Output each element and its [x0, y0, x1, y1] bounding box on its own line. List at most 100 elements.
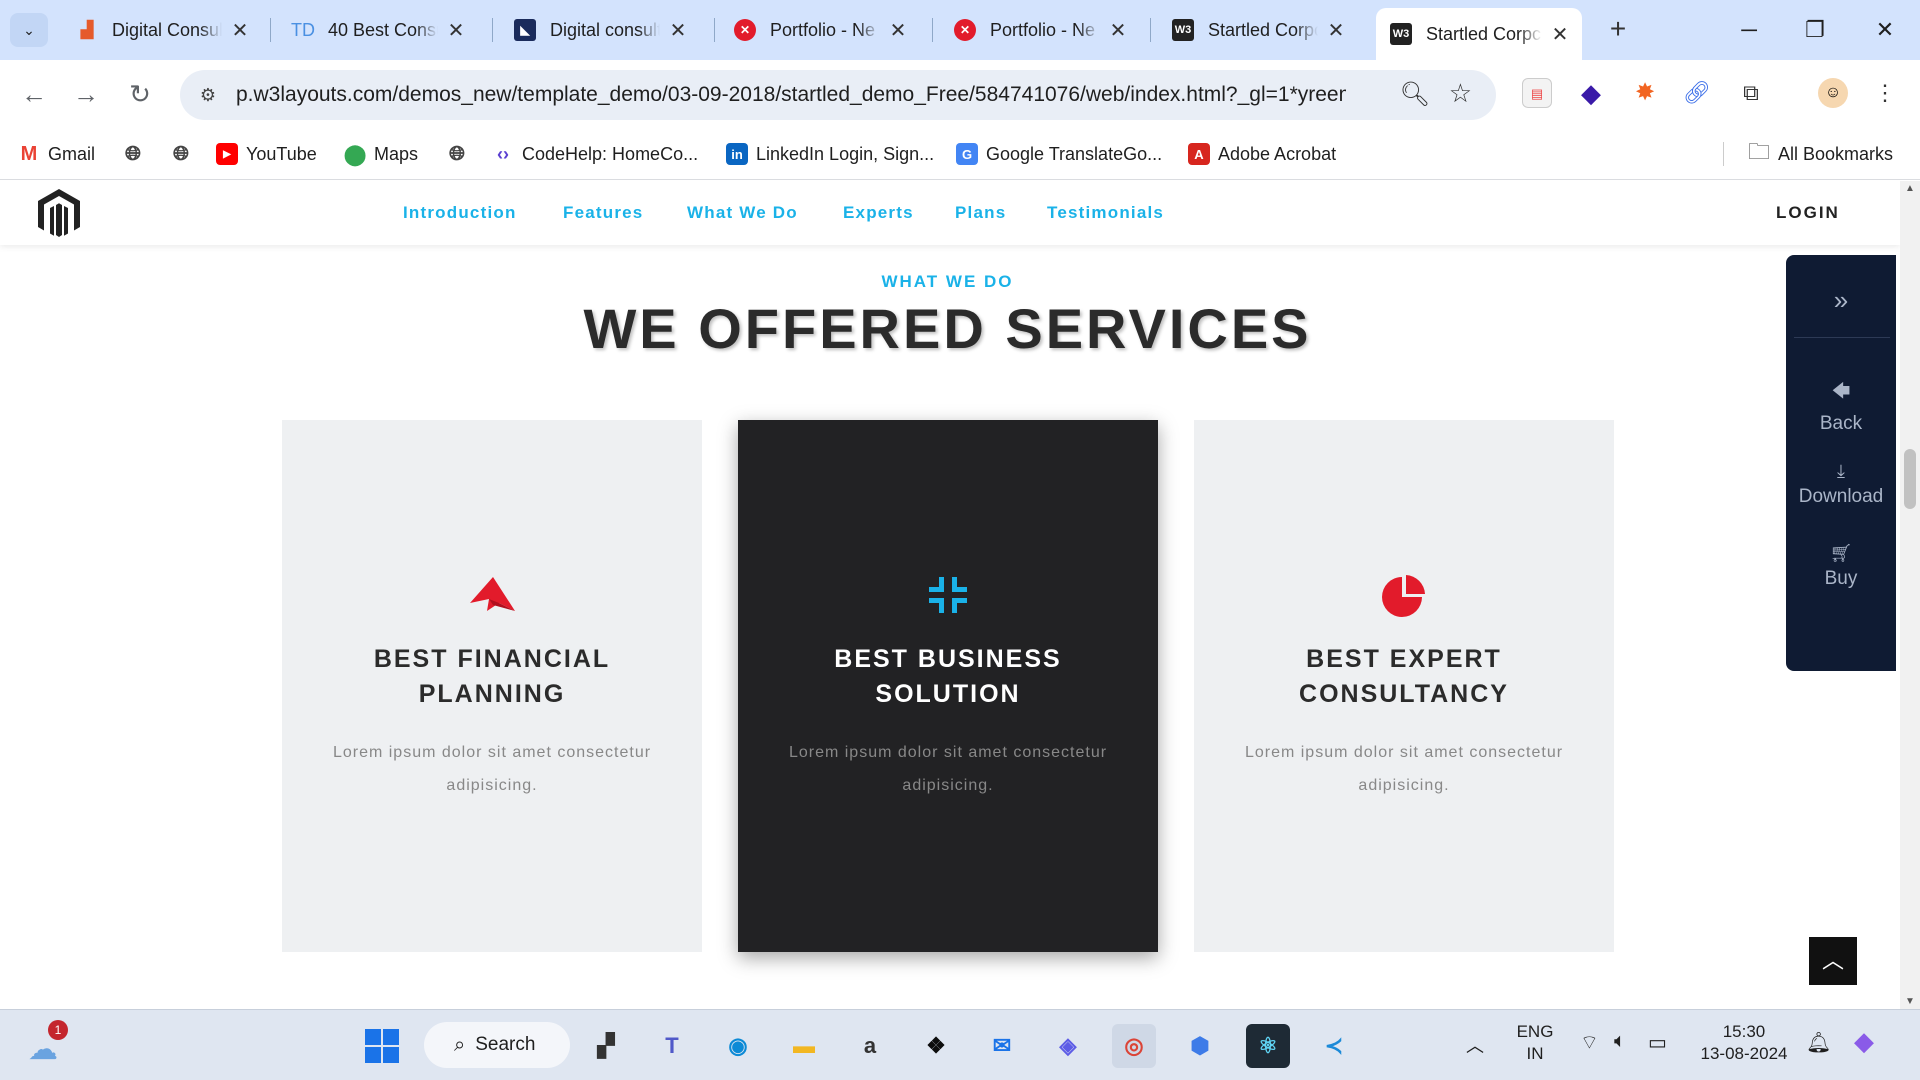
all-bookmarks-button[interactable]: 🗀 All Bookmarks: [1748, 139, 1893, 168]
bookmark-globe[interactable]: 🌐︎: [446, 140, 476, 168]
nav-plans[interactable]: Plans: [955, 203, 1006, 223]
site-info-icon[interactable]: ⚙: [194, 81, 222, 109]
scroll-down-arrow-icon[interactable]: ▼: [1900, 996, 1920, 1007]
react-devtools-icon[interactable]: ⚛: [1246, 1024, 1290, 1068]
bookmark-maps[interactable]: ⬤ Maps: [344, 140, 418, 168]
file-explorer-icon[interactable]: ▬: [782, 1024, 826, 1068]
browser-tab[interactable]: W3 Startled Corpc ✕: [1158, 8, 1358, 52]
bookmark-globe[interactable]: 🌐︎: [122, 140, 152, 168]
side-buy-button[interactable]: 🛒︎ Buy: [1786, 543, 1896, 590]
mail-icon[interactable]: ✉: [980, 1024, 1024, 1068]
restore-icon[interactable]: ❐: [1790, 10, 1840, 50]
url-text[interactable]: p.w3layouts.com/demos_new/template_demo/…: [236, 83, 1346, 107]
battery-icon[interactable]: ▭: [1648, 1030, 1667, 1055]
vscode-icon[interactable]: ≺: [1312, 1024, 1356, 1068]
download-icon: ⤓: [1837, 461, 1845, 481]
service-card: BEST FINANCIAL PLANNING Lorem ipsum dolo…: [282, 420, 702, 952]
login-link[interactable]: LOGIN: [1776, 203, 1840, 223]
bookmark-youtube[interactable]: ▶ YouTube: [216, 140, 317, 168]
compress-icon: [929, 577, 967, 613]
tray-chevron-up-icon[interactable]: ︿: [1466, 1032, 1484, 1058]
extension-burst-icon[interactable]: ✸: [1630, 78, 1660, 108]
extension-link-icon[interactable]: 🔗︎: [1682, 78, 1712, 108]
page-scrollbar[interactable]: ▲ ▼: [1900, 181, 1920, 1009]
nav-what-we-do[interactable]: What We Do: [687, 203, 798, 223]
weather-widget[interactable]: ☁ 1: [28, 1020, 70, 1066]
web-page: Introduction Features What We Do Experts…: [0, 181, 1900, 1009]
amazon-icon[interactable]: a: [848, 1024, 892, 1068]
scroll-up-arrow-icon[interactable]: ▲: [1900, 183, 1920, 194]
nav-testimonials[interactable]: Testimonials: [1047, 203, 1164, 223]
zoom-icon[interactable]: 🔍︎: [1400, 80, 1430, 109]
tab-search-button[interactable]: ⌄: [10, 13, 48, 47]
bookmark-globe[interactable]: 🌐︎: [170, 140, 200, 168]
scroll-to-top-button[interactable]: ︿: [1809, 937, 1857, 985]
nav-introduction[interactable]: Introduction: [403, 203, 517, 223]
extension-diamond-icon[interactable]: ◆: [1576, 78, 1606, 108]
browser-toolbar: ← → ↻ ⚙ p.w3layouts.com/demos_new/templa…: [0, 60, 1920, 128]
globe-icon: 🌐︎: [173, 142, 189, 165]
taskbar-search[interactable]: ⌕ Search: [424, 1022, 570, 1068]
wifi-icon[interactable]: ⌔: [1580, 1030, 1599, 1055]
forward-arrow-icon[interactable]: →: [68, 76, 104, 112]
bookmark-star-icon[interactable]: ☆: [1449, 78, 1472, 109]
nav-experts[interactable]: Experts: [843, 203, 914, 223]
extensions-puzzle-icon[interactable]: ⧉: [1736, 78, 1766, 108]
double-chevron-right-icon[interactable]: »: [1786, 285, 1896, 316]
notification-bell-icon[interactable]: 🔔︎: [1806, 1030, 1831, 1055]
close-tab-icon[interactable]: ✕: [230, 18, 250, 43]
chrome-icon[interactable]: ◎: [1112, 1024, 1156, 1068]
td-favicon-icon: TD: [291, 19, 315, 40]
close-tab-icon[interactable]: ✕: [888, 18, 908, 43]
close-tab-icon[interactable]: ✕: [446, 18, 466, 43]
close-tab-icon[interactable]: ✕: [1550, 22, 1570, 47]
bookmark-linkedin[interactable]: in LinkedIn Login, Sign...: [726, 140, 934, 168]
reload-icon[interactable]: ↻: [122, 76, 158, 112]
clock[interactable]: 15:30 13-08-2024: [1694, 1022, 1794, 1064]
x-favicon-icon: ✕: [734, 19, 756, 41]
chart-favicon-icon: ▟: [80, 22, 94, 39]
magento-logo-icon[interactable]: [36, 187, 82, 239]
edge-icon[interactable]: ◉: [716, 1024, 760, 1068]
volume-icon[interactable]: 🔈︎: [1614, 1030, 1626, 1053]
back-arrow-icon[interactable]: ←: [16, 76, 52, 112]
teams-icon[interactable]: T: [650, 1024, 694, 1068]
bookmark-acrobat[interactable]: A Adobe Acrobat: [1188, 140, 1336, 168]
close-window-icon[interactable]: ✕: [1860, 10, 1910, 50]
service-card-desc: Lorem ipsum dolor sit amet consectetur a…: [788, 744, 1108, 794]
browser-tab[interactable]: TD 40 Best Consu ✕: [278, 8, 478, 52]
service-card-title: BEST BUSINESS SOLUTION: [834, 645, 1062, 708]
minimize-icon[interactable]: ─: [1724, 10, 1774, 50]
scrollbar-thumb[interactable]: [1904, 449, 1916, 509]
language-indicator[interactable]: ENG IN: [1510, 1022, 1560, 1064]
side-download-button[interactable]: ⤓ Download: [1786, 461, 1896, 508]
bookmark-codehelp[interactable]: ‹› CodeHelp: HomeCo...: [492, 140, 698, 168]
browser-tab-active[interactable]: W3 Startled Corpc ✕: [1376, 8, 1582, 60]
windows-taskbar: ☁ 1 ⌕ Search ▞ T ◉ ▬ a ❖ ✉ ◈ ◎ ⬢ ⚛ ≺ ︿ E…: [0, 1009, 1920, 1080]
dropbox-icon[interactable]: ❖: [914, 1024, 958, 1068]
close-tab-icon[interactable]: ✕: [1108, 18, 1128, 43]
browser-tab[interactable]: ▟ Digital Consul ✕: [62, 8, 262, 52]
bookmark-translate[interactable]: G Google TranslateGo...: [956, 140, 1162, 168]
task-view-icon[interactable]: ▞: [584, 1024, 628, 1068]
browser-tab[interactable]: ◣ Digital consult ✕: [500, 8, 700, 52]
copilot-alt-icon[interactable]: ⬢: [1178, 1024, 1222, 1068]
kebab-menu-icon[interactable]: ⋮: [1870, 78, 1900, 108]
w3-favicon-icon: W3: [1172, 19, 1194, 41]
profile-avatar[interactable]: ☺: [1818, 78, 1848, 108]
address-bar[interactable]: ⚙ p.w3layouts.com/demos_new/template_dem…: [180, 70, 1496, 120]
new-tab-button[interactable]: +: [1600, 12, 1636, 48]
extension-notes-icon[interactable]: ▤: [1522, 78, 1552, 108]
browser-tab[interactable]: ✕ Portfolio - Ne ✕: [940, 8, 1140, 52]
copilot-icon[interactable]: ◈: [1046, 1024, 1090, 1068]
nav-features[interactable]: Features: [563, 203, 643, 223]
windows-start-icon[interactable]: [360, 1024, 404, 1068]
linkedin-icon: in: [726, 143, 748, 165]
copilot-pre-icon[interactable]: ◆: [1854, 1026, 1874, 1057]
browser-tab[interactable]: ✕ Portfolio - Ne ✕: [720, 8, 920, 52]
close-tab-icon[interactable]: ✕: [668, 18, 688, 43]
section-eyebrow: WHAT WE DO: [881, 272, 1014, 291]
bookmark-gmail[interactable]: M Gmail: [18, 140, 95, 168]
close-tab-icon[interactable]: ✕: [1326, 18, 1346, 43]
side-back-button[interactable]: 🡄 Back: [1786, 379, 1896, 435]
